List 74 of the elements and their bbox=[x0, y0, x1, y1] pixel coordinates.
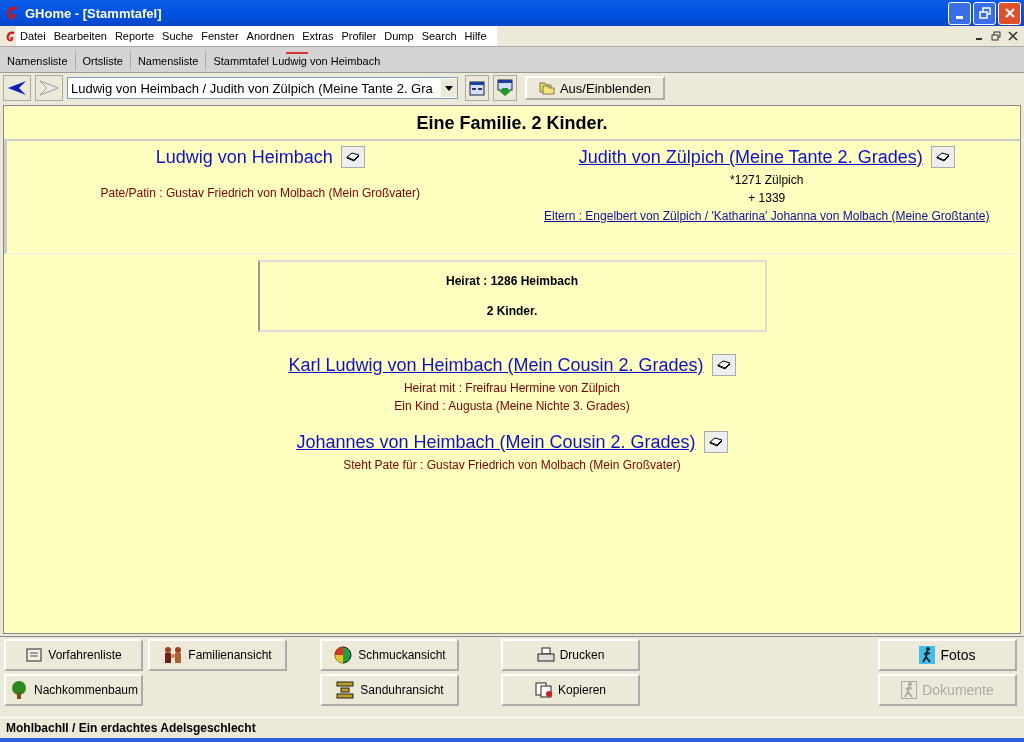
document-tab[interactable]: Ortsliste bbox=[75, 49, 131, 70]
pie-chart-icon bbox=[333, 646, 354, 664]
menu-item[interactable]: Anordnen bbox=[242, 30, 299, 42]
close-button[interactable] bbox=[998, 1, 1021, 25]
book-icon bbox=[935, 152, 950, 162]
person-name[interactable]: Judith von Zülpich (Meine Tante 2. Grades) bbox=[578, 146, 923, 168]
book-icon bbox=[708, 437, 723, 447]
child-name[interactable]: Johannes von Heimbach (Mein Cousin 2. Grades) bbox=[296, 431, 696, 453]
folders-icon bbox=[538, 81, 555, 95]
back-button[interactable] bbox=[3, 75, 31, 101]
view-button[interactable]: Sanduhransicht bbox=[320, 674, 459, 706]
copy-icon bbox=[534, 682, 553, 698]
detail-text: Pate/Patin : Gustav Friedrich von Molbach (Mein Großvater) bbox=[100, 186, 420, 200]
book-button[interactable] bbox=[930, 146, 955, 168]
view-button[interactable]: Drucken bbox=[501, 639, 640, 671]
menu-item[interactable]: Search bbox=[417, 30, 461, 42]
view-button[interactable]: Kopieren bbox=[501, 674, 640, 706]
forward-arrow-icon bbox=[39, 80, 59, 96]
running-figure-icon bbox=[919, 646, 936, 664]
close-icon bbox=[1003, 7, 1016, 19]
family-heading: Eine Familie. 2 Kinder. bbox=[4, 106, 1020, 141]
detail-text: Ein Kind : Augusta (Meine Nichte 3. Grades) bbox=[394, 399, 630, 413]
view-button[interactable]: Schmuckansicht bbox=[320, 639, 459, 671]
back-arrow-icon bbox=[7, 80, 27, 96]
detail-text: Heirat mit : Freifrau Hermine von Zülpich bbox=[403, 381, 621, 395]
app-logo-icon bbox=[5, 5, 19, 21]
window-icon bbox=[469, 80, 485, 96]
restore-icon bbox=[978, 7, 991, 19]
person-name[interactable]: Ludwig von Heimbach bbox=[155, 146, 333, 168]
window-down-arrow-icon bbox=[497, 79, 513, 97]
minimize-icon bbox=[956, 15, 963, 19]
book-button[interactable] bbox=[340, 146, 365, 168]
restore-button[interactable] bbox=[973, 1, 996, 25]
detail-text: Steht Pate für : Gustav Friedrich von Molbach (Mein Großvater) bbox=[343, 458, 681, 472]
printer-icon bbox=[536, 647, 555, 663]
view-button[interactable]: Familienansicht bbox=[148, 639, 287, 671]
view-button[interactable]: Vorfahrenliste bbox=[4, 639, 143, 671]
marriage-text: 2 Kinder. bbox=[486, 304, 538, 318]
date-text: + 1339 bbox=[748, 191, 786, 205]
book-button[interactable] bbox=[703, 431, 728, 453]
menu-item[interactable]: Dump bbox=[380, 30, 418, 42]
app-logo-icon bbox=[5, 29, 16, 43]
minimize-button[interactable] bbox=[948, 1, 971, 25]
dropdown-button[interactable] bbox=[441, 79, 457, 97]
caret-icon bbox=[445, 85, 453, 91]
menu-item[interactable]: Datei bbox=[16, 30, 50, 42]
window-title: GHome - [Stammtafel] bbox=[25, 5, 163, 21]
window-toolbar-button[interactable] bbox=[465, 75, 489, 101]
book-icon bbox=[716, 360, 731, 370]
document-tab[interactable]: Namensliste bbox=[0, 49, 76, 70]
hourglass-chart-icon bbox=[335, 681, 356, 699]
menu-item[interactable]: Bearbeiten bbox=[49, 30, 111, 42]
close-icon[interactable] bbox=[1008, 31, 1018, 41]
menu-item[interactable]: Suche bbox=[158, 30, 198, 42]
book-button[interactable] bbox=[711, 354, 736, 376]
restore-icon[interactable] bbox=[991, 31, 1001, 41]
menu-item[interactable]: Fenster bbox=[197, 30, 243, 42]
download-toolbar-button[interactable] bbox=[493, 75, 517, 101]
view-button[interactable]: Nachkommenbaum bbox=[4, 674, 143, 706]
menu-item[interactable]: Profiler bbox=[337, 30, 381, 42]
child-name[interactable]: Karl Ludwig von Heimbach (Mein Cousin 2. Grades) bbox=[288, 354, 704, 376]
family-select[interactable]: Ludwig von Heimbach / Judith von Zülpich (Meine Tante 2. Gra bbox=[67, 77, 458, 99]
view-button[interactable]: Fotos bbox=[878, 639, 1017, 671]
scroll-icon bbox=[25, 647, 44, 663]
date-text: *1271 Zülpich bbox=[730, 173, 804, 187]
menu-item[interactable]: Reporte bbox=[110, 30, 159, 42]
menu-item[interactable]: Hilfe bbox=[460, 30, 491, 42]
book-icon bbox=[345, 152, 360, 162]
marriage-text: Heirat : 1286 Heimbach bbox=[445, 274, 579, 288]
running-figure-icon bbox=[901, 681, 918, 699]
menu-item[interactable]: Extras bbox=[298, 30, 338, 42]
family-icon bbox=[163, 646, 184, 664]
parents-link[interactable]: Eltern : Engelbert von Zülpich / 'Katharina' Johanna von Molbach (Meine Großtante) bbox=[544, 209, 990, 223]
show-hide-button[interactable]: Aus/Einblenden bbox=[525, 76, 665, 100]
